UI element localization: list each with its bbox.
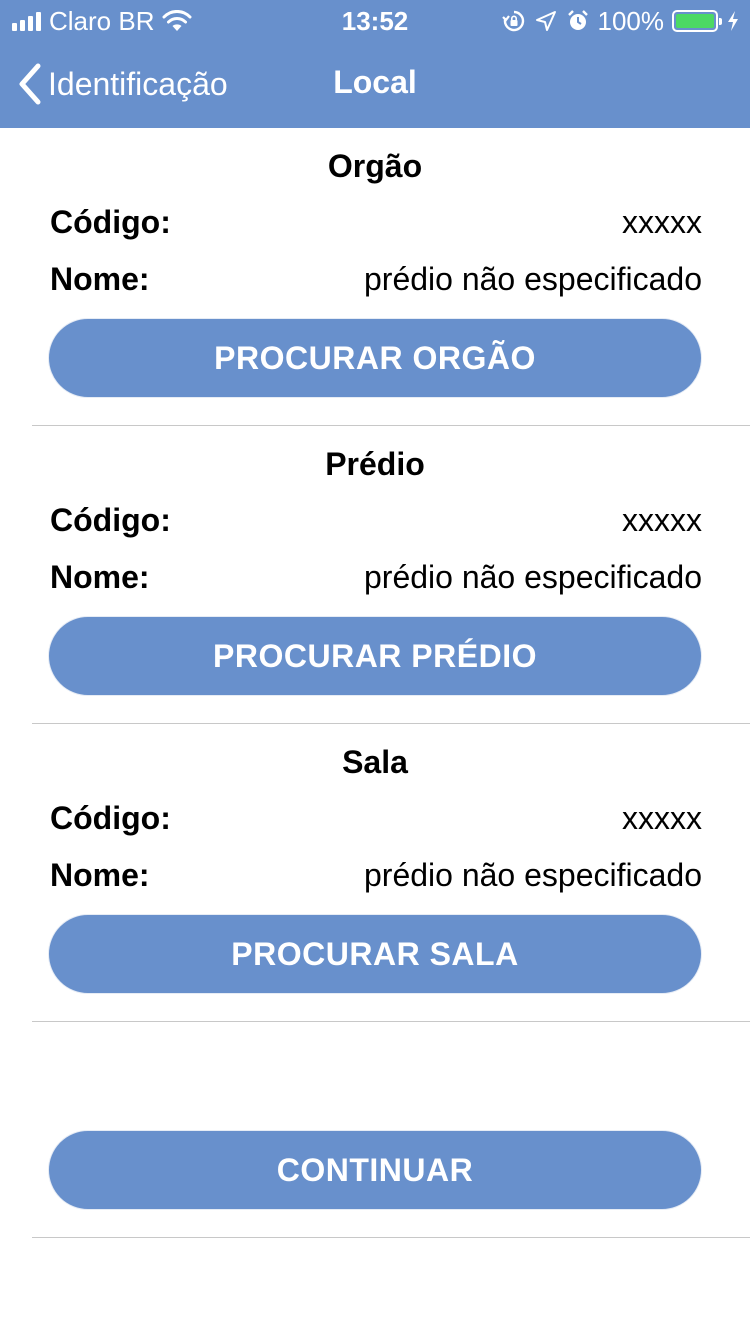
code-row: Código: xxxxx [50,502,702,539]
section-title: Orgão [327,148,423,184]
code-value: xxxxx [622,204,702,240]
name-value: prédio não especificado [363,857,702,893]
section-title: Sala [342,744,408,780]
code-label: Código: [50,502,171,538]
section-orgao: Orgão Código: xxxxx Nome: prédio não esp… [32,128,750,426]
code-label: Código: [50,204,171,240]
search-orgao-button[interactable]: PROCURAR ORGÃO [48,318,702,398]
name-label: Nome: [50,261,150,297]
section-title: Prédio [325,446,425,482]
location-arrow-icon [535,11,556,31]
code-label: Código: [50,800,171,836]
code-row: Código: xxxxx [50,800,702,837]
name-label: Nome: [50,857,150,893]
continue-section: CONTINUAR [32,1022,750,1238]
continue-button[interactable]: CONTINUAR [48,1130,702,1210]
battery-icon [672,10,722,32]
search-sala-button[interactable]: PROCURAR SALA [48,914,702,994]
battery-percentage: 100% [597,5,665,36]
status-bar-right: 100% [501,5,741,36]
orientation-lock-icon [501,10,524,32]
name-row: Nome: prédio não especificado [50,261,702,298]
alarm-clock-icon [567,10,588,30]
name-row: Nome: prédio não especificado [50,857,702,894]
code-value: xxxxx [622,800,702,836]
name-label: Nome: [50,559,150,595]
page-title: Local [333,64,417,100]
status-bar: Claro BR 13:52 100% [0,0,750,40]
app-header: Claro BR 13:52 100% Identificação Local [0,0,750,128]
search-predio-button[interactable]: PROCURAR PRÉDIO [48,616,702,696]
name-value: prédio não especificado [363,261,702,297]
code-row: Código: xxxxx [50,204,702,241]
section-sala: Sala Código: xxxxx Nome: prédio não espe… [32,724,750,1022]
name-value: prédio não especificado [363,559,702,595]
name-row: Nome: prédio não especificado [50,559,702,596]
charging-bolt-icon [728,11,738,31]
code-value: xxxxx [622,502,702,538]
section-predio: Prédio Código: xxxxx Nome: prédio não es… [32,426,750,724]
